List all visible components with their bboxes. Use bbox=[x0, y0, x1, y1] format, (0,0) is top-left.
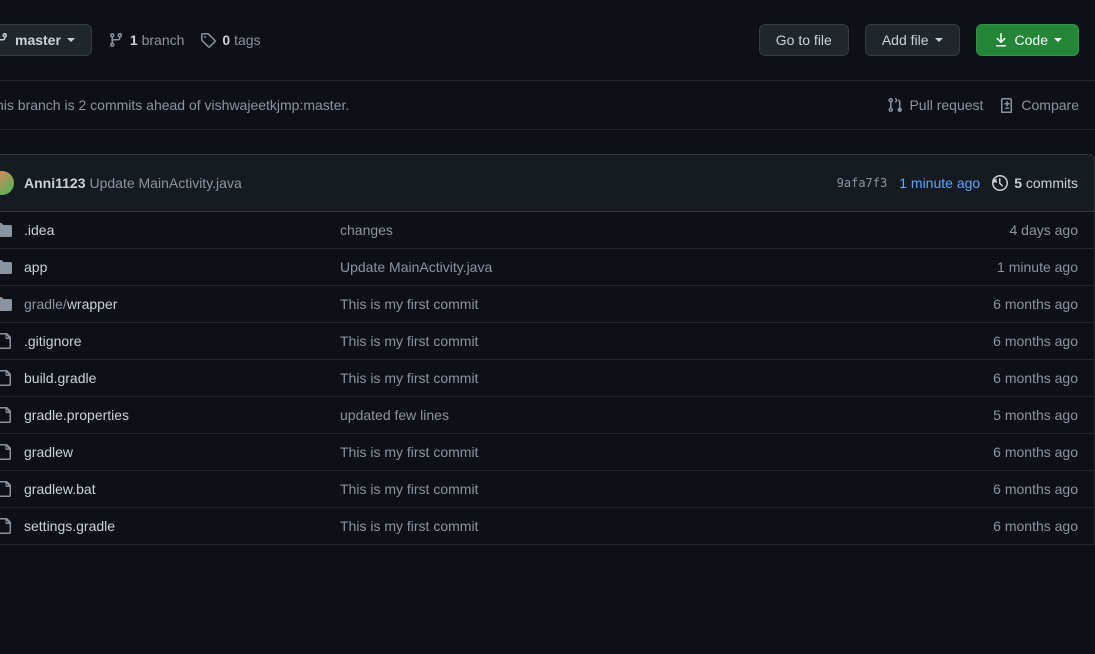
latest-commit-bar: Anni1123 Update MainActivity.java 9afa7f… bbox=[0, 154, 1095, 212]
table-row: gradlew.bat This is my first commit 6 mont… bbox=[0, 471, 1094, 508]
branch-count: 1 bbox=[130, 32, 138, 48]
file-updated-time: 6 months ago bbox=[993, 518, 1078, 534]
tag-icon bbox=[200, 32, 216, 48]
commit-message-link[interactable]: Update MainActivity.java bbox=[89, 175, 241, 191]
branch-compare-banner: his branch is 2 commits ahead of vishwaj… bbox=[0, 80, 1095, 130]
pull-request-label: Pull request bbox=[909, 97, 983, 113]
code-label: Code bbox=[1015, 30, 1048, 50]
commits-count-link[interactable]: 5 commits bbox=[992, 175, 1078, 191]
file-name-link[interactable]: gradle/wrapper bbox=[24, 296, 117, 312]
branch-icon bbox=[108, 32, 124, 48]
file-list: .idea changes 4 days ago app Update MainActi… bbox=[0, 212, 1095, 545]
commit-message-link[interactable]: This is my first commit bbox=[340, 481, 478, 497]
file-name-link[interactable]: .idea bbox=[24, 222, 54, 238]
download-icon bbox=[993, 32, 1009, 48]
code-button[interactable]: Code bbox=[976, 24, 1079, 56]
file-name-link[interactable]: gradlew bbox=[24, 444, 73, 460]
table-row: gradlew This is my first commit 6 months a… bbox=[0, 434, 1094, 471]
add-file-button[interactable]: Add file bbox=[865, 24, 960, 56]
tag-count: 0 bbox=[222, 32, 230, 48]
file-updated-time: 1 minute ago bbox=[997, 259, 1078, 275]
commits-count: 5 bbox=[1014, 175, 1022, 191]
file-diff-icon bbox=[999, 97, 1015, 113]
file-name-link[interactable]: gradlew.bat bbox=[24, 481, 96, 497]
compare-ahead-message: his branch is 2 commits ahead of vishwaj… bbox=[0, 97, 349, 113]
caret-down-icon bbox=[935, 38, 943, 42]
file-icon bbox=[0, 481, 12, 497]
file-updated-time: 6 months ago bbox=[993, 481, 1078, 497]
file-icon bbox=[0, 370, 12, 386]
repo-top-toolbar: master 1 branch 0 tags Go to file Add fi… bbox=[0, 0, 1095, 80]
commit-message-link[interactable]: This is my first commit bbox=[340, 370, 478, 386]
folder-icon bbox=[0, 259, 12, 275]
table-row: gradle.properties updated few lines 5 mont… bbox=[0, 397, 1094, 434]
file-updated-time: 4 days ago bbox=[1010, 222, 1079, 238]
commits-label: commits bbox=[1026, 175, 1078, 191]
compare-link[interactable]: Compare bbox=[999, 97, 1079, 113]
file-name-link[interactable]: app bbox=[24, 259, 47, 275]
tags-link[interactable]: 0 tags bbox=[200, 32, 260, 48]
commit-message-link[interactable]: This is my first commit bbox=[340, 296, 478, 312]
compare-label: Compare bbox=[1021, 97, 1079, 113]
table-row: .idea changes 4 days ago bbox=[0, 212, 1094, 249]
file-updated-time: 6 months ago bbox=[993, 296, 1078, 312]
file-name-link[interactable]: gradle.properties bbox=[24, 407, 129, 423]
file-updated-time: 5 months ago bbox=[993, 407, 1078, 423]
avatar[interactable] bbox=[0, 171, 14, 195]
caret-down-icon bbox=[67, 38, 75, 42]
branch-label: branch bbox=[142, 32, 185, 48]
commit-message-link[interactable]: changes bbox=[340, 222, 393, 238]
add-file-label: Add file bbox=[882, 30, 929, 50]
commit-message-link[interactable]: updated few lines bbox=[340, 407, 449, 423]
table-row: build.gradle This is my first commit 6 mon… bbox=[0, 360, 1094, 397]
branch-name: master bbox=[15, 30, 61, 50]
folder-icon bbox=[0, 296, 12, 312]
table-row: app Update MainActivity.java 1 minute ago bbox=[0, 249, 1094, 286]
commit-message-link[interactable]: Update MainActivity.java bbox=[340, 259, 492, 275]
branch-selector-button[interactable]: master bbox=[0, 24, 92, 56]
file-icon bbox=[0, 407, 12, 423]
commit-time[interactable]: 1 minute ago bbox=[899, 175, 980, 191]
commit-sha[interactable]: 9afa7f3 bbox=[837, 176, 888, 190]
folder-icon bbox=[0, 222, 12, 238]
file-name-link[interactable]: .gitignore bbox=[24, 333, 82, 349]
file-name-link[interactable]: settings.gradle bbox=[24, 518, 115, 534]
file-icon bbox=[0, 444, 12, 460]
branch-icon bbox=[0, 32, 9, 48]
go-to-file-button[interactable]: Go to file bbox=[759, 24, 849, 56]
pull-request-link[interactable]: Pull request bbox=[887, 97, 983, 113]
pull-request-icon bbox=[887, 97, 903, 113]
table-row: gradle/wrapper This is my first commit 6 m… bbox=[0, 286, 1094, 323]
commit-message-link[interactable]: This is my first commit bbox=[340, 444, 478, 460]
commit-message-link[interactable]: This is my first commit bbox=[340, 518, 478, 534]
table-row: settings.gradle This is my first commit 6 … bbox=[0, 508, 1094, 545]
file-updated-time: 6 months ago bbox=[993, 333, 1078, 349]
file-updated-time: 6 months ago bbox=[993, 444, 1078, 460]
file-icon bbox=[0, 518, 12, 534]
caret-down-icon bbox=[1054, 38, 1062, 42]
history-icon bbox=[992, 175, 1008, 191]
branches-link[interactable]: 1 branch bbox=[108, 32, 185, 48]
table-row: .gitignore This is my first commit 6 month… bbox=[0, 323, 1094, 360]
tag-label: tags bbox=[234, 32, 260, 48]
commit-message-link[interactable]: This is my first commit bbox=[340, 333, 478, 349]
author-link[interactable]: Anni1123 bbox=[24, 175, 85, 191]
file-icon bbox=[0, 333, 12, 349]
file-name-link[interactable]: build.gradle bbox=[24, 370, 96, 386]
file-updated-time: 6 months ago bbox=[993, 370, 1078, 386]
